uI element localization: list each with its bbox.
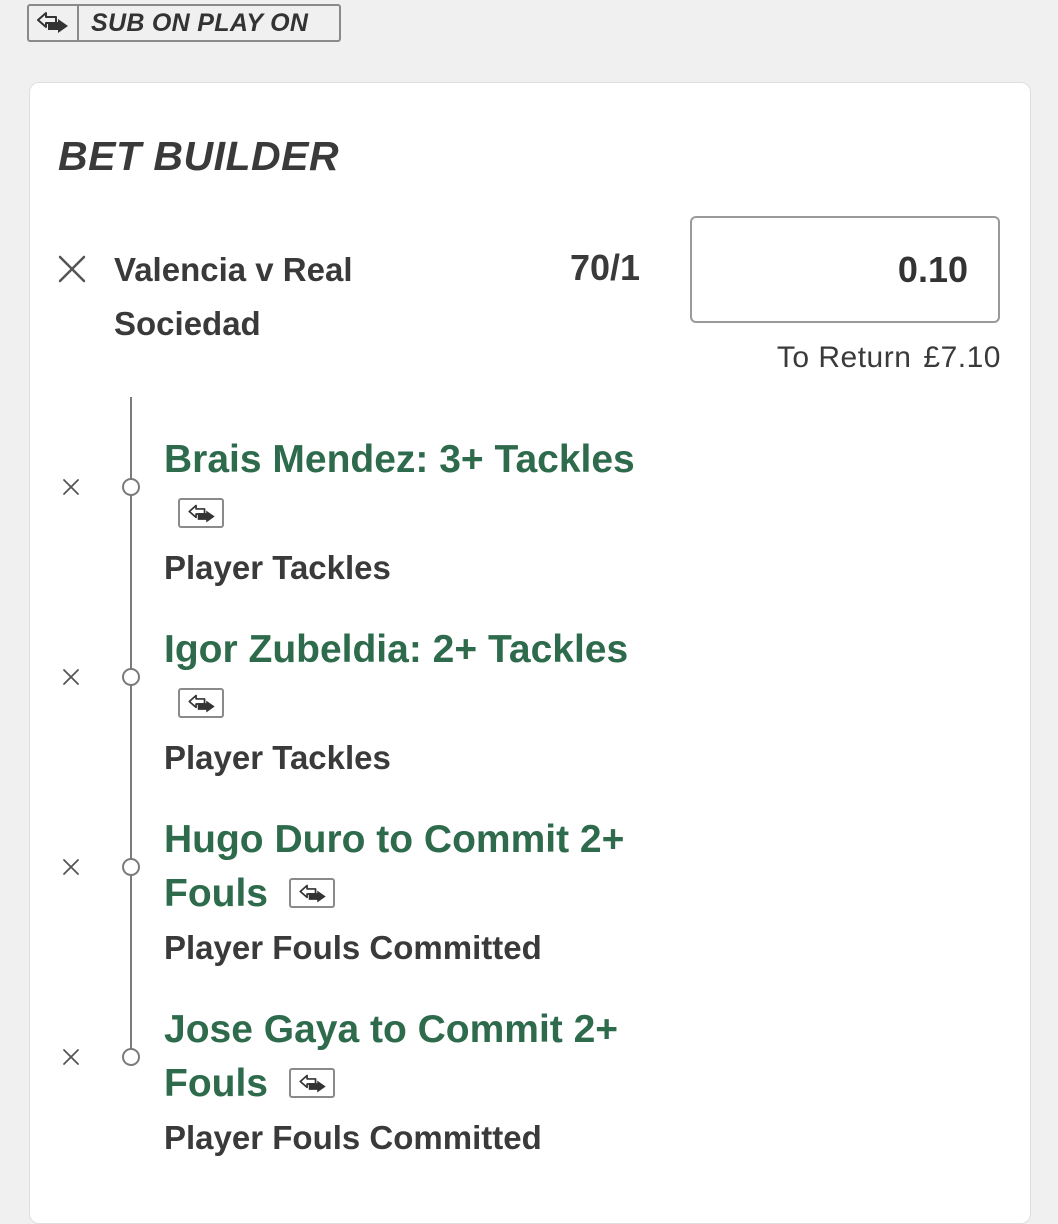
leg-market: Player Fouls Committed	[164, 929, 542, 966]
timeline-node	[122, 858, 140, 876]
timeline-node	[122, 478, 140, 496]
to-return-label: To Return	[776, 341, 912, 374]
sub-swap-icon	[29, 6, 79, 40]
bet-builder-card: BET BUILDER Valencia v Real Sociedad 70/…	[29, 82, 1031, 1224]
leg-market: Player Tackles	[164, 739, 391, 776]
leg-selection: Jose Gaya to Commit 2+ Fouls	[164, 1003, 704, 1111]
timeline-node	[122, 1048, 140, 1066]
leg-selection: Igor Zubeldia: 2+ Tackles	[164, 623, 724, 731]
match-name: Valencia v Real Sociedad	[114, 251, 353, 342]
sub-swap-icon	[288, 877, 335, 908]
remove-leg-close-icon[interactable]	[62, 1048, 80, 1066]
sub-swap-icon	[288, 1067, 335, 1098]
sub-swap-icon	[178, 687, 224, 718]
badge-label: SUB ON PLAY ON	[91, 8, 309, 37]
stake-input[interactable]	[690, 216, 1000, 323]
to-return: To Return £7.10	[777, 341, 1001, 375]
remove-leg-close-icon[interactable]	[62, 478, 80, 496]
leg-selection: Hugo Duro to Commit 2+ Fouls	[164, 813, 704, 921]
odds: 70/1	[570, 247, 641, 288]
remove-leg-close-icon[interactable]	[62, 858, 80, 876]
to-return-value: £7.10	[923, 341, 1001, 374]
leg-selection: Brais Mendez: 3+ Tackles	[164, 433, 724, 541]
leg-selection-text: Jose Gaya to Commit 2+ Fouls	[164, 1008, 619, 1105]
sub-swap-icon	[178, 497, 224, 528]
leg-selection-text: Brais Mendez: 3+ Tackles	[164, 438, 635, 481]
leg-market: Player Fouls Committed	[164, 1119, 542, 1156]
sub-on-play-on-badge: SUB ON PLAY ON	[27, 4, 341, 42]
timeline-node	[122, 668, 140, 686]
leg-selection-text: Hugo Duro to Commit 2+ Fouls	[164, 818, 625, 915]
remove-bet-close-icon[interactable]	[58, 255, 86, 283]
remove-leg-close-icon[interactable]	[62, 668, 80, 686]
leg-selection-text: Igor Zubeldia: 2+ Tackles	[164, 628, 629, 671]
bet-builder-title: BET BUILDER	[58, 133, 340, 179]
leg-market: Player Tackles	[164, 549, 391, 586]
